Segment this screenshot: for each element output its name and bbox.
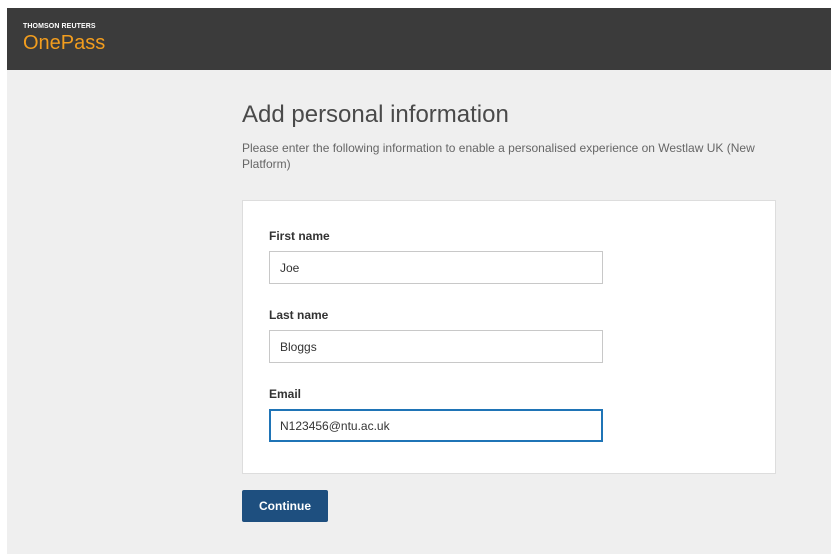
page-title: Add personal information — [242, 101, 509, 128]
continue-button[interactable]: Continue — [242, 490, 328, 522]
email-field: Email — [269, 387, 603, 442]
top-bar: THOMSON REUTERS OnePass — [7, 8, 831, 70]
main-content: Add personal information Please enter th… — [242, 98, 782, 522]
last-name-label: Last name — [269, 308, 329, 322]
last-name-field: Last name — [269, 308, 603, 363]
email-label: Email — [269, 387, 302, 401]
personal-info-form: First name Last name Email — [242, 200, 776, 474]
page-frame: THOMSON REUTERS OnePass Add personal inf… — [7, 8, 831, 554]
last-name-input[interactable] — [269, 330, 603, 363]
first-name-field: First name — [269, 229, 603, 284]
onepass-logo[interactable]: THOMSON REUTERS OnePass — [23, 23, 105, 54]
first-name-input[interactable] — [269, 251, 603, 284]
logo-product-name: OnePass — [23, 32, 106, 54]
first-name-label: First name — [269, 229, 330, 243]
logo-company-name: THOMSON REUTERS — [23, 23, 96, 30]
page-description: Please enter the following information t… — [242, 141, 755, 171]
email-input[interactable] — [269, 409, 603, 442]
